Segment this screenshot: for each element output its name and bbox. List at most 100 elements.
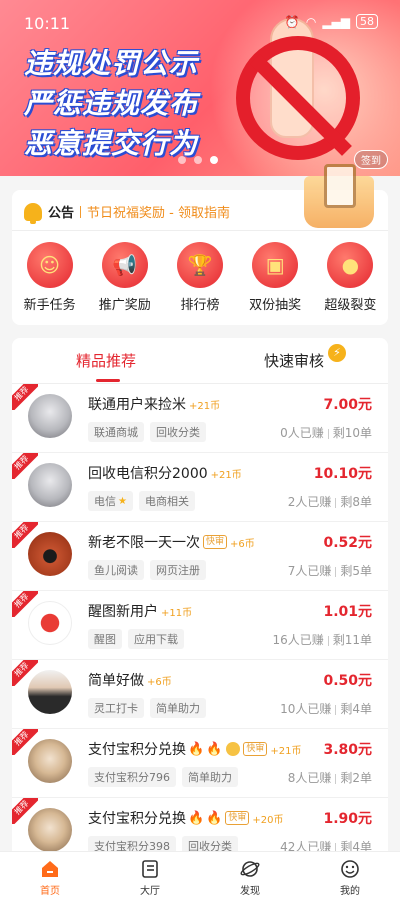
task-row[interactable]: 推荐 新老不限一天一次 快审 +6币 0.52元 鱼儿阅读 网页注册 7人已赚 剩5单	[12, 522, 388, 591]
task-tags: 鱼儿阅读 网页注册	[88, 560, 206, 580]
promo-banner[interactable]: 10:11 ⏰ ◠ ▂▄▆ 58 违规处罚公示 严惩违规发布 恶意提交行为 签到	[0, 0, 400, 176]
fast-review-badge: 快审	[203, 535, 228, 549]
home-icon	[39, 858, 61, 880]
fire-icon: 🔥	[188, 741, 205, 757]
lightning-icon: ⚡	[328, 344, 347, 362]
nav-label: 首页	[40, 886, 60, 897]
avatar	[28, 670, 72, 714]
notice-separator	[80, 205, 82, 218]
star-icon: ★	[118, 495, 127, 507]
coin-reward: +21币	[189, 400, 221, 412]
bottom-nav: 首页 大厅 发现 我的	[0, 851, 400, 903]
task-tag: 简单助力	[150, 698, 206, 718]
task-row[interactable]: 推荐 简单好做 +6币 0.50元 灵工打卡 简单助力 10人已赚 剩4单	[12, 660, 388, 729]
task-tag: 电信 ★	[88, 491, 133, 511]
treasure-chest-icon: ▣	[252, 242, 299, 288]
task-price: 1.90元	[323, 811, 372, 827]
task-tag: 灵工打卡	[88, 698, 144, 718]
task-tag: 醒图	[88, 629, 122, 649]
trophy-icon: 🏆	[176, 242, 223, 288]
fire-icon: 🔥	[188, 810, 205, 826]
status-bar: 10:11 ⏰ ◠ ▂▄▆ 58	[0, 0, 400, 44]
nav-label: 我的	[340, 886, 360, 897]
status-icons: ⏰ ◠ ▂▄▆ 58	[285, 14, 378, 29]
quick-action-promo[interactable]: 📢 推广奖励	[90, 242, 160, 313]
task-title: 支付宝积分兑换 🔥 🔥 快审 +20币	[88, 810, 284, 828]
quick-action-fission[interactable]: ● 超级裂变	[315, 242, 385, 313]
alarm-icon: ⏰	[284, 14, 300, 29]
quick-action-label: 双份抽奖	[249, 298, 302, 313]
carousel-dots[interactable]	[178, 156, 218, 164]
carousel-dot-active[interactable]	[210, 156, 218, 164]
carousel-dot[interactable]	[194, 156, 202, 164]
notice-tag: 公告	[48, 206, 75, 221]
carousel-dot[interactable]	[178, 156, 186, 164]
tab-fast-review[interactable]: 快速审核 ⚡	[264, 344, 347, 371]
coin-reward: +21币	[270, 745, 302, 757]
task-tag: 回收分类	[150, 422, 206, 442]
task-list-card: 精品推荐 快速审核 ⚡ 推荐 联通用户来捡米 +21币 7.00元 联通商城 回收…	[12, 338, 388, 858]
quick-action-label: 推广奖励	[98, 298, 151, 313]
signin-button[interactable]: 签到	[354, 150, 388, 169]
task-stats: 16人已赚 剩11单	[272, 633, 372, 647]
tab-featured[interactable]: 精品推荐	[76, 350, 136, 371]
task-title: 醒图新用户 +11币	[88, 604, 193, 620]
banner-line-2: 严惩违规发布	[24, 87, 199, 120]
task-title: 简单好做 +6币	[88, 673, 172, 689]
task-price: 0.50元	[323, 673, 372, 689]
task-price: 7.00元	[323, 397, 372, 413]
status-time: 10:11	[24, 14, 71, 33]
task-tag: 支付宝积分796	[88, 767, 176, 787]
coins-bag-icon: ●	[327, 242, 374, 288]
battery-icon: 58	[356, 14, 378, 29]
quick-actions-card: 公告 节日祝福奖励 - 领取指南 ☺ 新手任务 📢 推广奖励 🏆 排行榜 ▣ 双…	[12, 164, 388, 325]
task-row[interactable]: 推荐 醒图新用户 +11币 1.01元 醒图 应用下载 16人已赚 剩11单	[12, 591, 388, 660]
planet-icon	[239, 858, 261, 880]
nav-home[interactable]: 首页	[0, 852, 100, 903]
megaphone-icon: 📢	[101, 242, 148, 288]
divider	[12, 230, 388, 231]
task-title: 新老不限一天一次 快审 +6币	[88, 535, 255, 551]
avatar	[28, 532, 72, 576]
task-row[interactable]: 推荐 回收电信积分2000 +21币 10.10元 电信 ★ 电商相关 2人已赚 剩8…	[12, 453, 388, 522]
quick-action-label: 新手任务	[23, 298, 76, 313]
avatar	[28, 463, 72, 507]
notice-bar[interactable]: 公告 节日祝福奖励 - 领取指南	[24, 202, 230, 224]
tab-fast-review-label: 快速审核	[264, 352, 325, 370]
task-tag: 简单助力	[182, 767, 238, 787]
avatar	[28, 739, 72, 783]
task-tags: 电信 ★ 电商相关	[88, 491, 195, 511]
coin-reward: +20币	[252, 814, 284, 826]
nav-discover[interactable]: 发现	[200, 852, 300, 903]
task-tag: 鱼儿阅读	[88, 560, 144, 580]
prohibition-sign-icon	[236, 36, 360, 160]
task-stats: 0人已赚 剩10单	[280, 426, 372, 440]
avatar	[28, 808, 72, 852]
nav-hall[interactable]: 大厅	[100, 852, 200, 903]
task-title: 支付宝积分兑换 🔥 🔥 快审 +21币	[88, 741, 302, 759]
task-tag: 网页注册	[150, 560, 206, 580]
quick-action-lottery[interactable]: ▣ 双份抽奖	[240, 242, 310, 313]
fast-review-badge: 快审	[225, 811, 250, 825]
task-price: 10.10元	[313, 466, 372, 482]
task-row[interactable]: 推荐 支付宝积分兑换 🔥 🔥 快审 +21币 3.80元 支付宝积分796 简单助力 8…	[12, 729, 388, 798]
task-stats: 7人已赚 剩5单	[287, 564, 372, 578]
nav-mine[interactable]: 我的	[300, 852, 400, 903]
task-stats: 10人已赚 剩4单	[280, 702, 372, 716]
task-title: 联通用户来捡米 +21币	[88, 397, 221, 413]
notice-message[interactable]: 节日祝福奖励 - 领取指南	[87, 202, 230, 221]
task-tag: 应用下载	[128, 629, 184, 649]
task-tags: 灵工打卡 简单助力	[88, 698, 206, 718]
avatar	[28, 601, 72, 645]
coin-reward: +11币	[161, 607, 193, 619]
quick-action-newbie[interactable]: ☺ 新手任务	[15, 242, 85, 313]
hourglass-icon	[304, 164, 374, 228]
task-row[interactable]: 推荐 支付宝积分兑换 🔥 🔥 快审 +20币 1.90元 支付宝积分398 回收分类 4…	[12, 798, 388, 858]
banner-line-3: 恶意提交行为	[24, 127, 199, 160]
task-row[interactable]: 推荐 联通用户来捡米 +21币 7.00元 联通商城 回收分类 0人已赚 剩10单	[12, 384, 388, 453]
quick-action-ranking[interactable]: 🏆 排行榜	[165, 242, 235, 313]
task-tags: 联通商城 回收分类	[88, 422, 206, 442]
coin-reward: +21币	[210, 469, 242, 481]
task-stats: 2人已赚 剩8单	[287, 495, 372, 509]
fire-icon: 🔥	[206, 741, 223, 757]
